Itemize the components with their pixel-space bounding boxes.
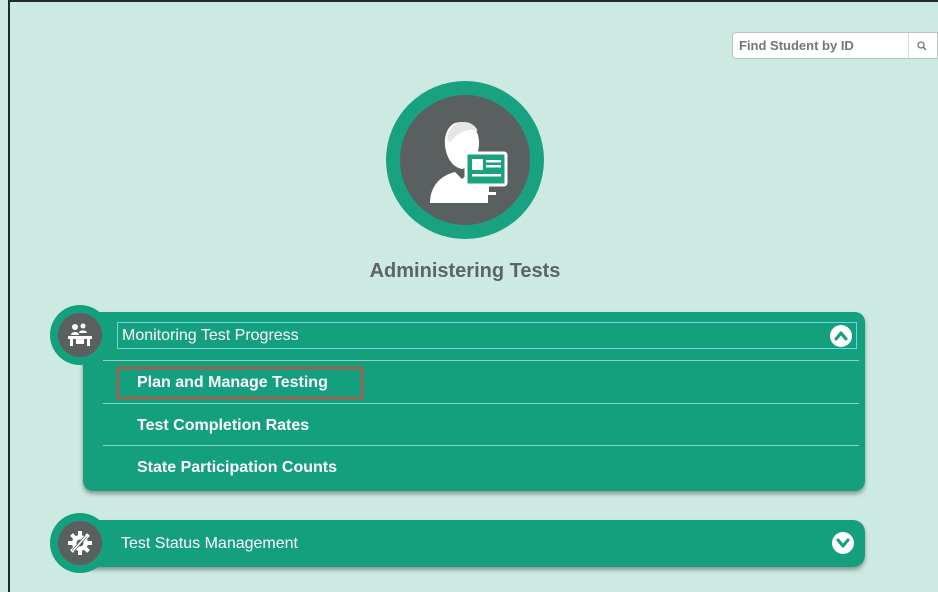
student-id-input[interactable] — [733, 33, 908, 58]
chevron-up-icon — [834, 331, 848, 340]
classroom-icon — [68, 323, 92, 346]
monitoring-test-progress-header[interactable]: Monitoring Test Progress — [117, 322, 857, 349]
panel-icon-badge — [50, 513, 110, 573]
expand-toggle[interactable] — [832, 532, 854, 554]
find-student-search — [732, 32, 938, 59]
search-button[interactable] — [908, 33, 934, 58]
panel-title: Monitoring Test Progress — [122, 326, 299, 344]
hero-icon-ring — [386, 81, 544, 239]
test-administrator-icon — [400, 95, 530, 225]
panel-title: Test Status Management — [121, 535, 298, 552]
menu-item-state-participation-counts[interactable]: State Participation Counts — [137, 459, 337, 477]
menu-item-plan-and-manage-testing[interactable]: Plan and Manage Testing — [137, 374, 328, 392]
collapse-toggle[interactable] — [830, 324, 852, 347]
gear-wrench-icon — [68, 531, 92, 555]
divider — [103, 360, 859, 361]
page-title: Administering Tests — [369, 260, 561, 282]
menu-item-test-completion-rates[interactable]: Test Completion Rates — [137, 417, 309, 435]
chevron-down-icon — [836, 538, 850, 548]
divider — [103, 403, 859, 404]
search-icon — [916, 40, 927, 51]
panel-icon-badge — [50, 305, 110, 365]
divider — [103, 445, 859, 446]
